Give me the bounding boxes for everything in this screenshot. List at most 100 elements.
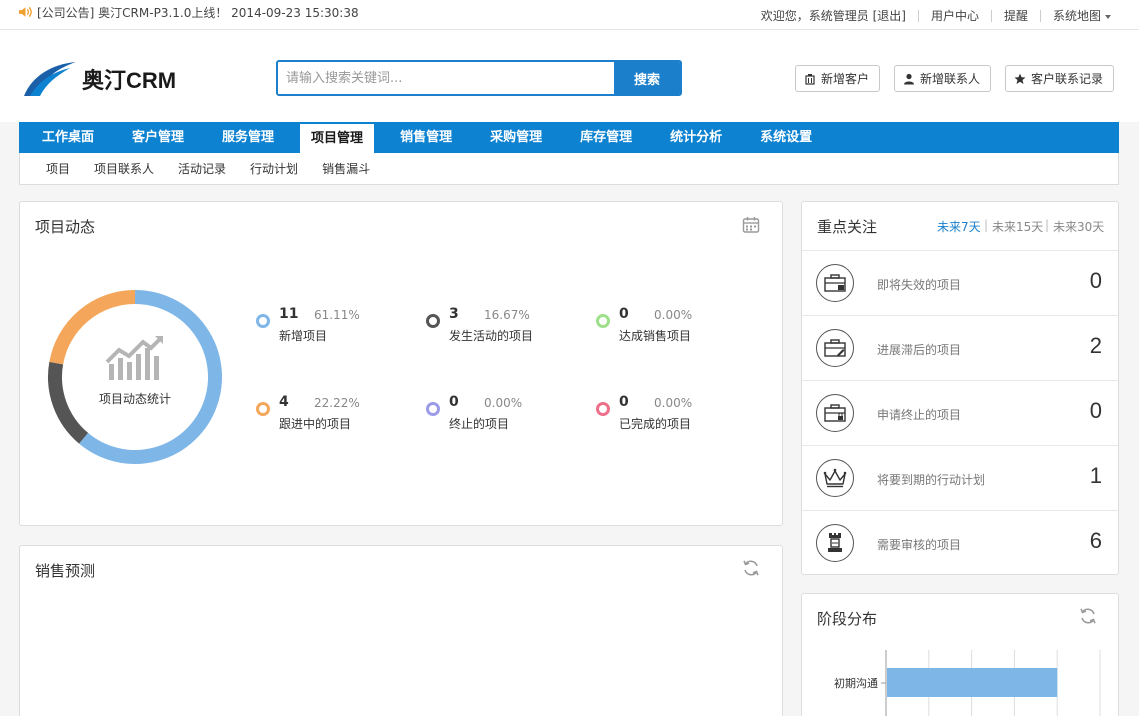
sitemap-link[interactable]: 系统地图 [1053,7,1111,24]
crown-icon [816,459,854,497]
refresh-icon[interactable] [1079,607,1097,625]
tab-divider: | [984,218,989,232]
search-button[interactable]: 搜索 [614,62,680,94]
focus-row-termination-requests[interactable]: 申请终止的项目 0 [802,380,1118,445]
focus-row-due-action-plans[interactable]: 将要到期的行动计划 1 [802,445,1118,510]
tab-next-30-days[interactable]: 未来30天 [1053,218,1104,235]
stat-completed-projects[interactable]: 0 0.00% 已完成的项目 [596,394,746,434]
top-bar: [公司公告] 奥汀CRM-P3.1.0上线！ 2014-09-23 15:30:… [0,0,1139,30]
logo-swoosh-icon [24,62,76,96]
tab-next-7-days[interactable]: 未来7天 [937,218,981,235]
focus-count: 6 [1089,528,1102,553]
panel-title: 阶段分布 [817,610,878,628]
nav-item-projects[interactable]: 项目管理 [300,124,375,153]
subnav-item-activity-records[interactable]: 活动记录 [178,160,226,177]
focus-row-lagging[interactable]: 进展滞后的项目 2 [802,315,1118,380]
customer-contact-record-label: 客户联系记录 [1031,72,1104,86]
nav-item-sales[interactable]: 销售管理 [388,122,464,153]
subnav-item-action-plans[interactable]: 行动计划 [250,160,298,177]
stat-terminated-projects[interactable]: 0 0.00% 终止的项目 [426,394,576,434]
stage-distribution-panel: 阶段分布 初期沟通 [801,593,1119,716]
donut-center: 项目动态统计 [40,282,230,472]
legend-ring [596,314,610,328]
focus-row-pending-review[interactable]: 需要审核的项目 6 [802,510,1118,575]
stat-percent: 16.67% [484,308,530,322]
nav-item-settings[interactable]: 系统设置 [748,122,824,153]
sitemap-label: 系统地图 [1052,9,1101,23]
focus-label: 即将失效的项目 [877,278,962,292]
focus-label: 申请终止的项目 [877,408,962,422]
legend-ring [256,402,270,416]
add-contact-button[interactable]: 新增联系人 [894,65,992,92]
focus-row-expiring[interactable]: 即将失效的项目 0 [802,250,1118,315]
announcement-text[interactable]: [公司公告] 奥汀CRM-P3.1.0上线！ 2014-09-23 15:30:… [37,4,359,21]
welcome-logout[interactable]: 欢迎您，系统管理员 [退出] [761,7,906,24]
focus-label: 进展滞后的项目 [877,343,962,357]
subnav-item-projects[interactable]: 项目 [46,160,70,177]
stat-percent: 22.22% [314,396,360,410]
trend-chart-icon [105,336,163,380]
main-nav: 工作桌面 客户管理 服务管理 项目管理 销售管理 采购管理 库存管理 统计分析 … [19,122,1119,153]
add-contact-label: 新增联系人 [920,72,981,86]
stat-label: 达成销售项目 [619,329,692,343]
logo-text: 奥汀CRM [82,68,177,93]
subnav-item-sales-funnel[interactable]: 销售漏斗 [322,160,370,177]
stat-value: 0 [619,394,629,410]
tab-next-15-days[interactable]: 未来15天 [992,218,1043,235]
nav-item-customers[interactable]: 客户管理 [120,122,196,153]
stat-value: 0 [449,394,459,410]
bar[interactable] [887,668,1058,697]
stat-label: 新增项目 [279,329,328,343]
panel-title: 重点关注 [817,218,878,236]
nav-item-statistics[interactable]: 统计分析 [658,122,734,153]
search-bar: 搜索 [276,60,682,96]
refresh-icon[interactable] [742,559,760,577]
stat-new-projects[interactable]: 11 61.11% 新增项目 [256,306,406,346]
speaker-icon [18,6,32,18]
customer-contact-record-button[interactable]: 客户联系记录 [1005,65,1115,92]
calendar-icon[interactable] [742,216,760,234]
stat-label: 跟进中的项目 [279,417,352,431]
subnav-item-project-contacts[interactable]: 项目联系人 [94,160,154,177]
legend-ring [426,314,440,328]
search-input[interactable] [278,62,614,94]
reminder-link[interactable]: 提醒 [1004,7,1028,24]
panel-title: 销售预测 [35,562,96,580]
nav-item-workspace[interactable]: 工作桌面 [30,122,106,153]
announcement[interactable]: [公司公告] 奥汀CRM-P3.1.0上线！ 2014-09-23 15:30:… [18,4,359,20]
chess-rook-icon [816,524,854,562]
stat-won-projects[interactable]: 0 0.00% 达成销售项目 [596,306,746,346]
header: 奥汀CRM 搜索 新增客户 新增联系人 客户联系记录 [0,30,1139,122]
add-customer-button[interactable]: 新增客户 [795,65,881,92]
legend-ring [596,402,610,416]
user-center-link[interactable]: 用户中心 [931,7,979,24]
focus-count: 1 [1089,463,1102,488]
stat-value: 11 [279,306,299,322]
nav-item-service[interactable]: 服务管理 [210,122,286,153]
logo[interactable]: 奥汀CRM [22,58,192,100]
donut-center-label: 项目动态统计 [98,392,171,406]
stat-value: 0 [619,306,629,322]
stat-percent: 0.00% [484,396,523,410]
nav-item-purchasing[interactable]: 采购管理 [478,122,554,153]
focus-label: 需要审核的项目 [877,538,962,552]
stat-following-projects[interactable]: 4 22.22% 跟进中的项目 [256,394,406,434]
divider [990,9,992,22]
legend-ring [426,402,440,416]
stat-label: 已完成的项目 [619,417,692,431]
sub-nav: 项目 项目联系人 活动记录 行动计划 销售漏斗 [19,153,1119,185]
nav-item-inventory[interactable]: 库存管理 [568,122,644,153]
stat-active-projects[interactable]: 3 16.67% 发生活动的项目 [426,306,576,346]
stat-value: 4 [279,394,289,410]
chevron-down-icon [1105,14,1111,19]
tab-divider: | [1045,218,1050,232]
sales-forecast-panel: 销售预测 [19,545,783,716]
stage-bar-chart: 初期沟通 [834,650,1101,716]
briefcase-lock-icon [816,394,854,432]
stat-label: 发生活动的项目 [449,329,534,343]
panel-title: 项目动态 [35,218,96,236]
focus-count: 0 [1089,268,1102,293]
focus-count: 2 [1089,333,1102,358]
stat-value: 3 [449,306,459,322]
building-icon [805,73,815,85]
